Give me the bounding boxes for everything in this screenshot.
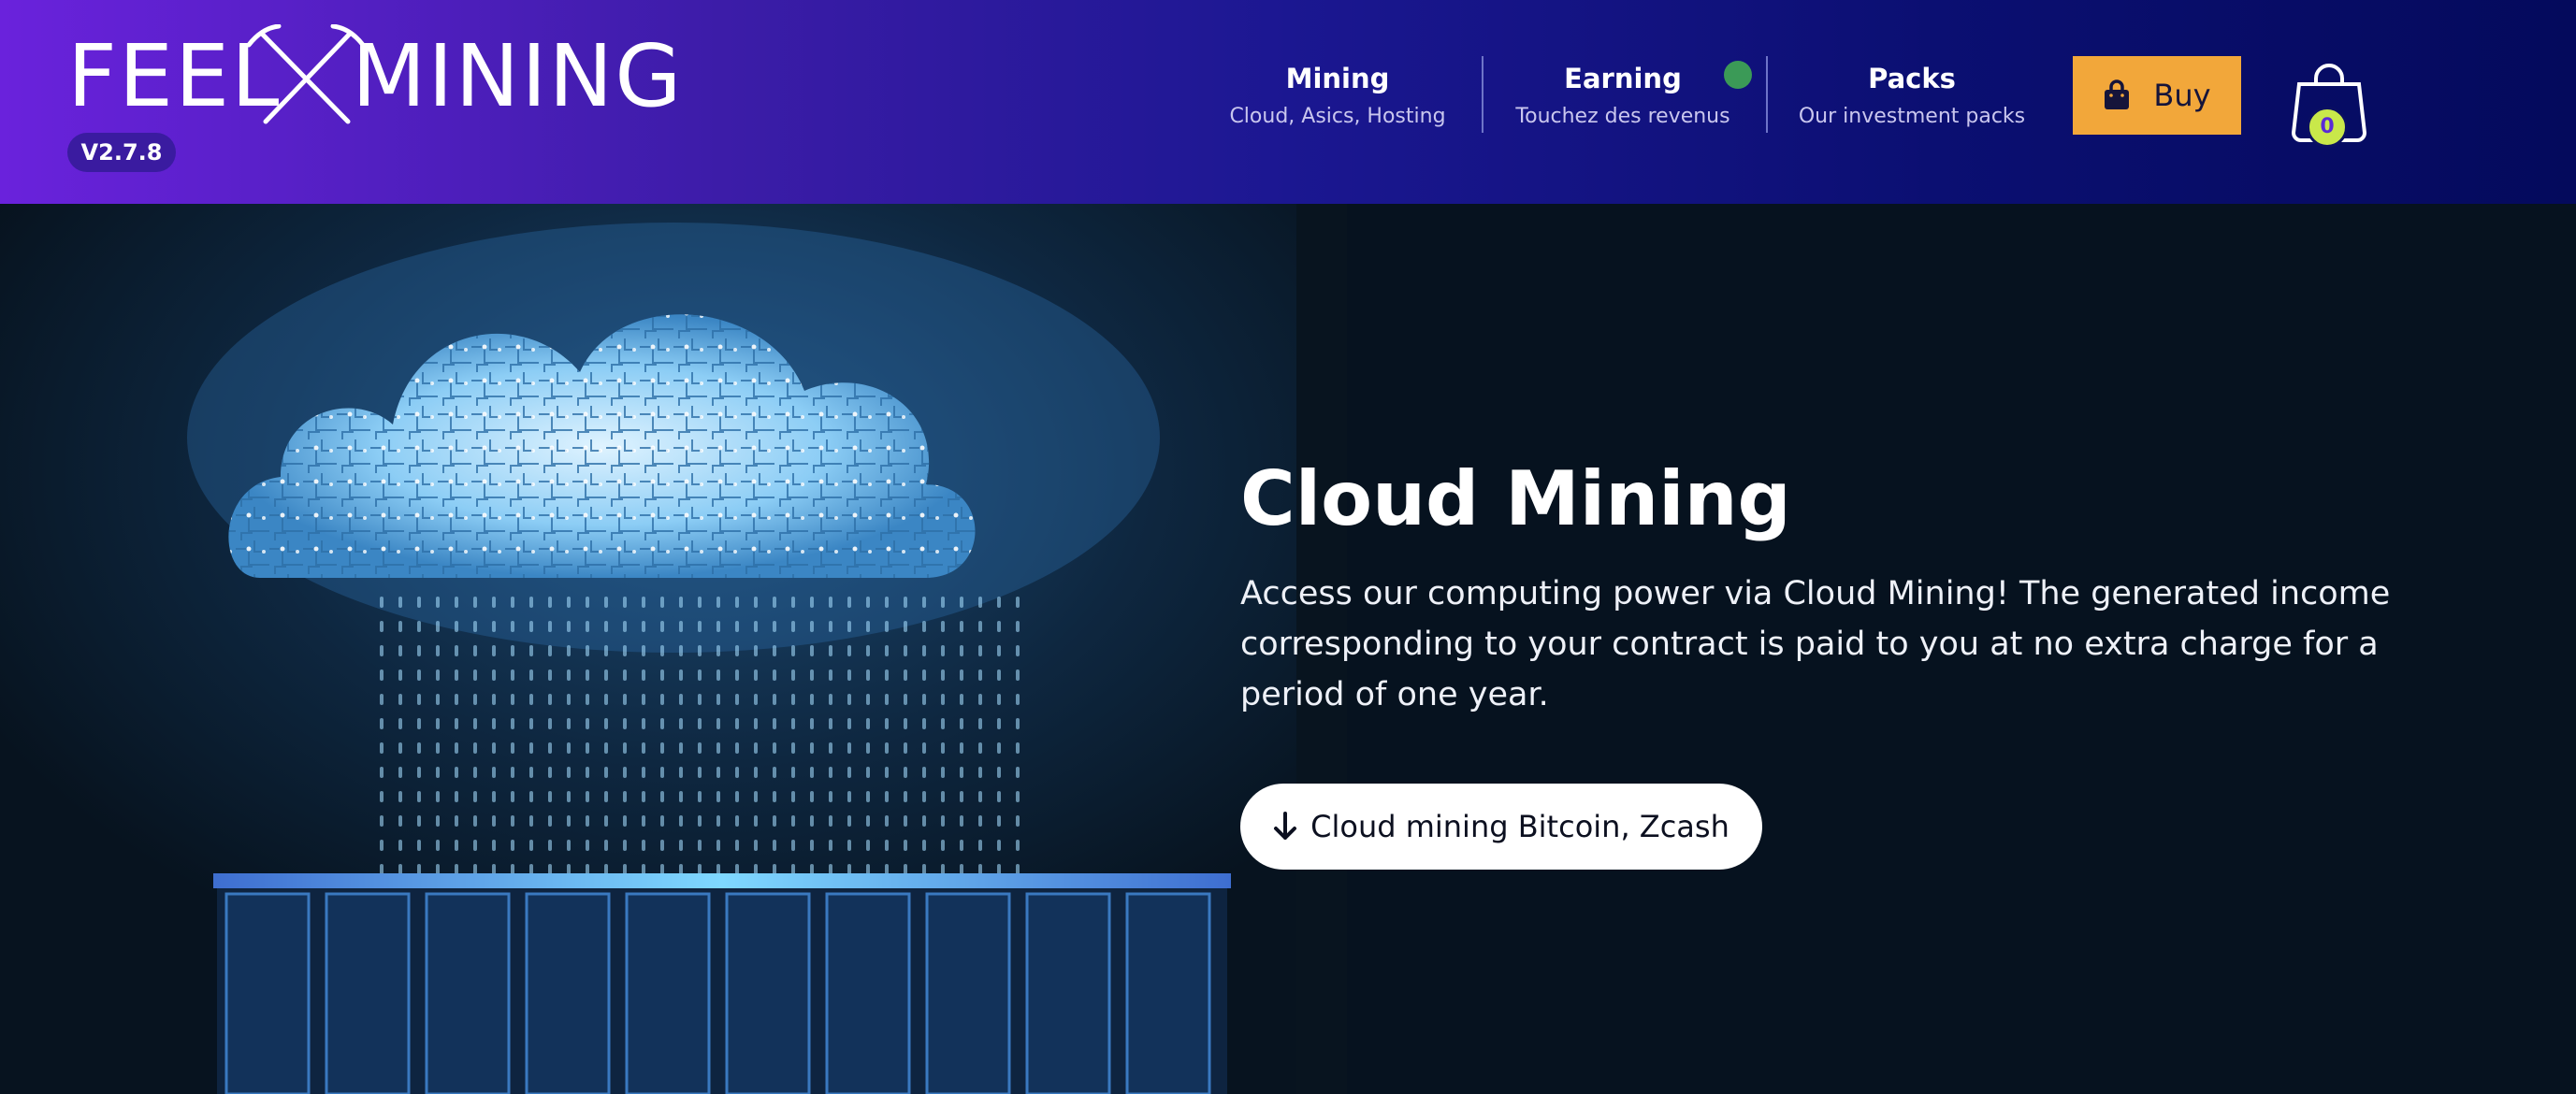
hero-description: Access our computing power via Cloud Min… <box>1240 575 2391 713</box>
nav-item-title: Mining <box>1285 63 1390 94</box>
earning-status-dot <box>1724 61 1752 89</box>
hero-image <box>0 204 1347 1094</box>
buy-button[interactable]: Buy <box>2073 56 2241 135</box>
crossed-pickaxes-icon <box>246 24 366 124</box>
nav-item-subtitle: Our investment packs <box>1798 105 2026 128</box>
hero-section: Cloud Mining Access our computing power … <box>0 204 2576 1094</box>
shopping-bag-icon <box>2105 79 2130 109</box>
nav-divider <box>1482 56 1483 133</box>
nav-item-title: Packs <box>1868 63 1956 94</box>
logo-text-mining: MINING <box>352 26 684 126</box>
version-badge: V2.7.8 <box>67 133 176 172</box>
hero-title: Cloud Mining <box>1240 455 1791 542</box>
site-header: FEEL MINING V2.7.8 Mining Cloud, Asics, … <box>0 0 2576 204</box>
cart-count-badge: 0 <box>2307 107 2348 148</box>
nav-item-subtitle: Cloud, Asics, Hosting <box>1229 105 1446 128</box>
cta-label: Cloud mining Bitcoin, Zcash <box>1310 809 1729 844</box>
nav-item-title: Earning <box>1564 63 1682 94</box>
nav-item-packs[interactable]: Packs Our investment packs <box>1788 60 2035 133</box>
nav-item-subtitle: Touchez des revenus <box>1515 105 1730 128</box>
buy-button-label: Buy <box>2153 78 2211 113</box>
nav-item-earning[interactable]: Earning Touchez des revenus <box>1504 60 1742 133</box>
nav-item-mining[interactable]: Mining Cloud, Asics, Hosting <box>1214 60 1461 133</box>
cloud-mining-cta-button[interactable]: Cloud mining Bitcoin, Zcash <box>1240 784 1762 870</box>
arrow-down-icon <box>1274 812 1297 840</box>
nav-divider <box>1766 56 1768 133</box>
feel-mining-logo[interactable]: FEEL MINING <box>67 24 682 127</box>
